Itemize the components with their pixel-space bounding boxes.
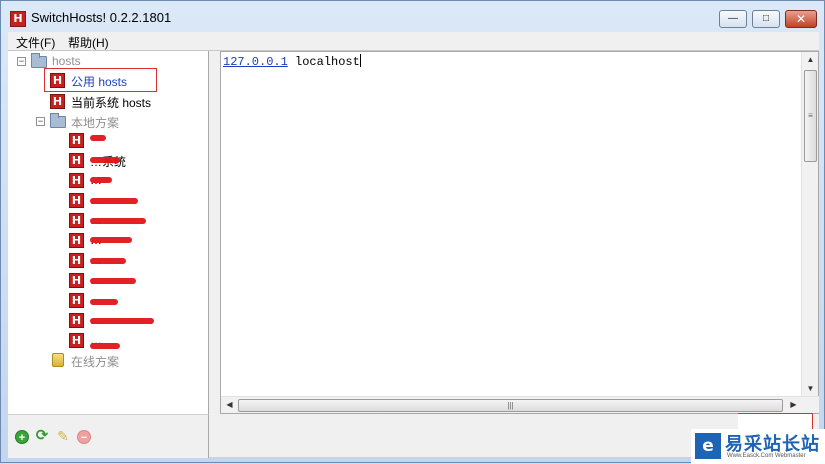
horizontal-scrollbar[interactable]: ◀ ||| ▶ (221, 396, 819, 413)
edit-icon[interactable]: ✎ (56, 429, 70, 444)
tree-root-label[interactable]: hosts (52, 54, 81, 68)
collapse-toggle-local[interactable]: − (36, 117, 45, 126)
redaction-mark (90, 135, 106, 141)
text-caret (359, 54, 361, 67)
hosts-file-icon: H (69, 133, 84, 148)
minimize-button[interactable]: — (719, 10, 747, 28)
add-icon[interactable]: + (15, 430, 29, 444)
horizontal-scroll-thumb[interactable]: ||| (238, 399, 783, 412)
title-bar[interactable]: H SwitchHosts! 0.2.2.1801 — □ ✕ (1, 1, 824, 33)
hosts-file-icon: H (50, 94, 65, 109)
redaction-mark (90, 258, 126, 264)
hosts-file-icon: H (69, 233, 84, 248)
hosts-file-icon: H (69, 333, 84, 348)
vertical-scrollbar[interactable]: ▲ ≡ ▼ (801, 52, 818, 396)
hosts-editor[interactable]: 127.0.0.1 localhost ▲ ≡ ▼ ◀ ||| ▶ (220, 51, 819, 414)
hosts-file-icon: H (69, 193, 84, 208)
close-button[interactable]: ✕ (785, 10, 817, 28)
hostname: localhost (295, 55, 360, 69)
redaction-mark (90, 318, 154, 324)
hosts-file-icon: H (69, 153, 84, 168)
refresh-icon[interactable]: ⟳ (35, 428, 49, 444)
redaction-mark (90, 343, 120, 349)
tree-item-current-system-hosts[interactable]: 当前系统 hosts (71, 94, 151, 111)
menu-file[interactable]: 文件(F) (16, 34, 55, 51)
hosts-file-icon: H (69, 293, 84, 308)
redaction-mark (90, 278, 136, 284)
hosts-file-icon: H (69, 313, 84, 328)
sidebar-toolbar: + ⟳ ✎ − (8, 414, 209, 458)
watermark: e 易采站长站 Www.Easck.Com Webmaster (691, 429, 825, 464)
hosts-tree[interactable]: − hosts H 公用 hosts H 当前系统 hosts − 本地方案 H… (8, 51, 209, 414)
redaction-mark (90, 299, 118, 305)
scroll-up-icon[interactable]: ▲ (802, 55, 819, 64)
redaction-mark (90, 177, 112, 183)
ip-address[interactable]: 127.0.0.1 (223, 55, 288, 69)
window-title: SwitchHosts! 0.2.2.1801 (31, 10, 172, 25)
menu-help[interactable]: 帮助(H) (68, 34, 109, 51)
watermark-subtitle: Www.Easck.Com Webmaster (727, 453, 806, 459)
vertical-scroll-thumb[interactable]: ≡ (804, 70, 817, 162)
menu-bar: 文件(F) 帮助(H) (8, 32, 819, 50)
app-window: H SwitchHosts! 0.2.2.1801 — □ ✕ 文件(F) 帮助… (0, 0, 825, 464)
delete-icon[interactable]: − (77, 430, 91, 444)
folder-icon (52, 353, 64, 367)
app-logo-icon: H (10, 11, 26, 27)
folder-icon (50, 113, 66, 128)
scroll-right-icon[interactable]: ▶ (785, 400, 802, 409)
tree-group-online-plans[interactable]: 在线方案 (71, 353, 119, 370)
hosts-file-icon: H (69, 273, 84, 288)
code-line[interactable]: 127.0.0.1 localhost (223, 54, 361, 69)
main-content: − hosts H 公用 hosts H 当前系统 hosts − 本地方案 H… (8, 50, 819, 458)
scroll-down-icon[interactable]: ▼ (802, 384, 819, 393)
redaction-mark (90, 157, 120, 163)
folder-icon (31, 53, 47, 68)
redaction-mark (90, 218, 146, 224)
hosts-file-icon: H (50, 73, 65, 88)
redaction-mark (90, 198, 138, 204)
maximize-button[interactable]: □ (752, 10, 780, 28)
hosts-file-icon: H (69, 253, 84, 268)
hosts-file-icon: H (69, 173, 84, 188)
tree-item-common-hosts[interactable]: 公用 hosts (71, 73, 127, 90)
collapse-toggle-root[interactable]: − (17, 57, 26, 66)
tree-group-local-plans[interactable]: 本地方案 (71, 114, 119, 131)
watermark-logo-icon: e (695, 433, 721, 459)
hosts-file-icon: H (69, 213, 84, 228)
scroll-left-icon[interactable]: ◀ (221, 400, 238, 409)
redaction-mark (90, 237, 132, 243)
